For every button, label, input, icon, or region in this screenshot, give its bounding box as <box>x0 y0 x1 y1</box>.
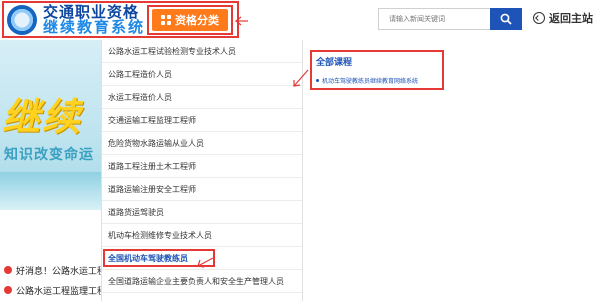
course-panel: 全部课程 机动车驾驶教练员继续教育网络系统 <box>310 50 444 90</box>
dropdown-item[interactable]: 公路工程造价人员 <box>102 63 302 86</box>
alert-icon <box>4 286 12 294</box>
back-home-link[interactable]: 返回主站 <box>533 10 593 26</box>
news-item-text: 公路水运工程监理工程师 <box>16 286 104 297</box>
search-button[interactable] <box>490 8 522 30</box>
dropdown-item[interactable]: 危险货物水路运输从业人员 <box>102 132 302 155</box>
news-item[interactable]: 好消息！公路水运工程监 <box>4 260 104 280</box>
back-home-label: 返回主站 <box>549 12 593 25</box>
header: 交通职业资格 继续教育系统 资格分类 返回主站 <box>0 0 600 40</box>
search-icon <box>500 13 512 25</box>
category-button[interactable]: 资格分类 <box>152 9 228 31</box>
alert-icon <box>4 266 12 274</box>
hero-banner: 继续 知识改变命运 <box>0 40 110 210</box>
banner-slogan: 知识改变命运 <box>4 147 94 163</box>
category-highlight: 资格分类 <box>147 5 233 35</box>
news-list: 好消息！公路水运工程监 公路水运工程监理工程师 <box>4 260 104 300</box>
course-link[interactable]: 机动车驾驶教练员继续教育网络系统 <box>316 76 438 85</box>
dropdown-item[interactable]: 道路运输注册安全工程师 <box>102 178 302 201</box>
dropdown-item[interactable]: 道路货运驾驶员 <box>102 201 302 224</box>
category-dropdown: 公路水运工程试验检测专业技术人员 公路工程造价人员 水运工程造价人员 交通运输工… <box>101 40 303 301</box>
dropdown-item[interactable]: 全国道路运输企业主要负责人和安全生产管理人员 <box>102 270 302 293</box>
grid-icon <box>161 15 171 25</box>
search-input[interactable] <box>378 8 490 30</box>
banner-headline: 继续 <box>2 95 83 139</box>
category-button-label: 资格分类 <box>175 14 219 27</box>
news-item[interactable]: 公路水运工程监理工程师 <box>4 280 104 300</box>
dropdown-item[interactable]: 交通运输工程监理工程师 <box>102 109 302 132</box>
dropdown-item[interactable]: 机动车检测维修专业技术人员 <box>102 224 302 247</box>
dropdown-item[interactable]: 公路水运工程试验检测专业技术人员 <box>102 40 302 63</box>
banner-background <box>0 172 110 210</box>
emblem-icon <box>7 4 37 35</box>
course-panel-title: 全部课程 <box>316 58 353 68</box>
dropdown-active-row: 全国机动车驾驶教练员 <box>102 247 302 270</box>
dropdown-item[interactable]: 道路工程注册土木工程师 <box>102 155 302 178</box>
dropdown-item-active[interactable]: 全国机动车驾驶教练员 <box>103 249 215 267</box>
logo-text: 交通职业资格 继续教育系统 <box>43 4 146 36</box>
back-arrow-icon <box>533 12 545 24</box>
logo-subtitle: 继续教育系统 <box>43 17 146 36</box>
dropdown-item[interactable]: 水运工程造价人员 <box>102 86 302 109</box>
news-item-text: 好消息！公路水运工程监 <box>16 266 104 277</box>
